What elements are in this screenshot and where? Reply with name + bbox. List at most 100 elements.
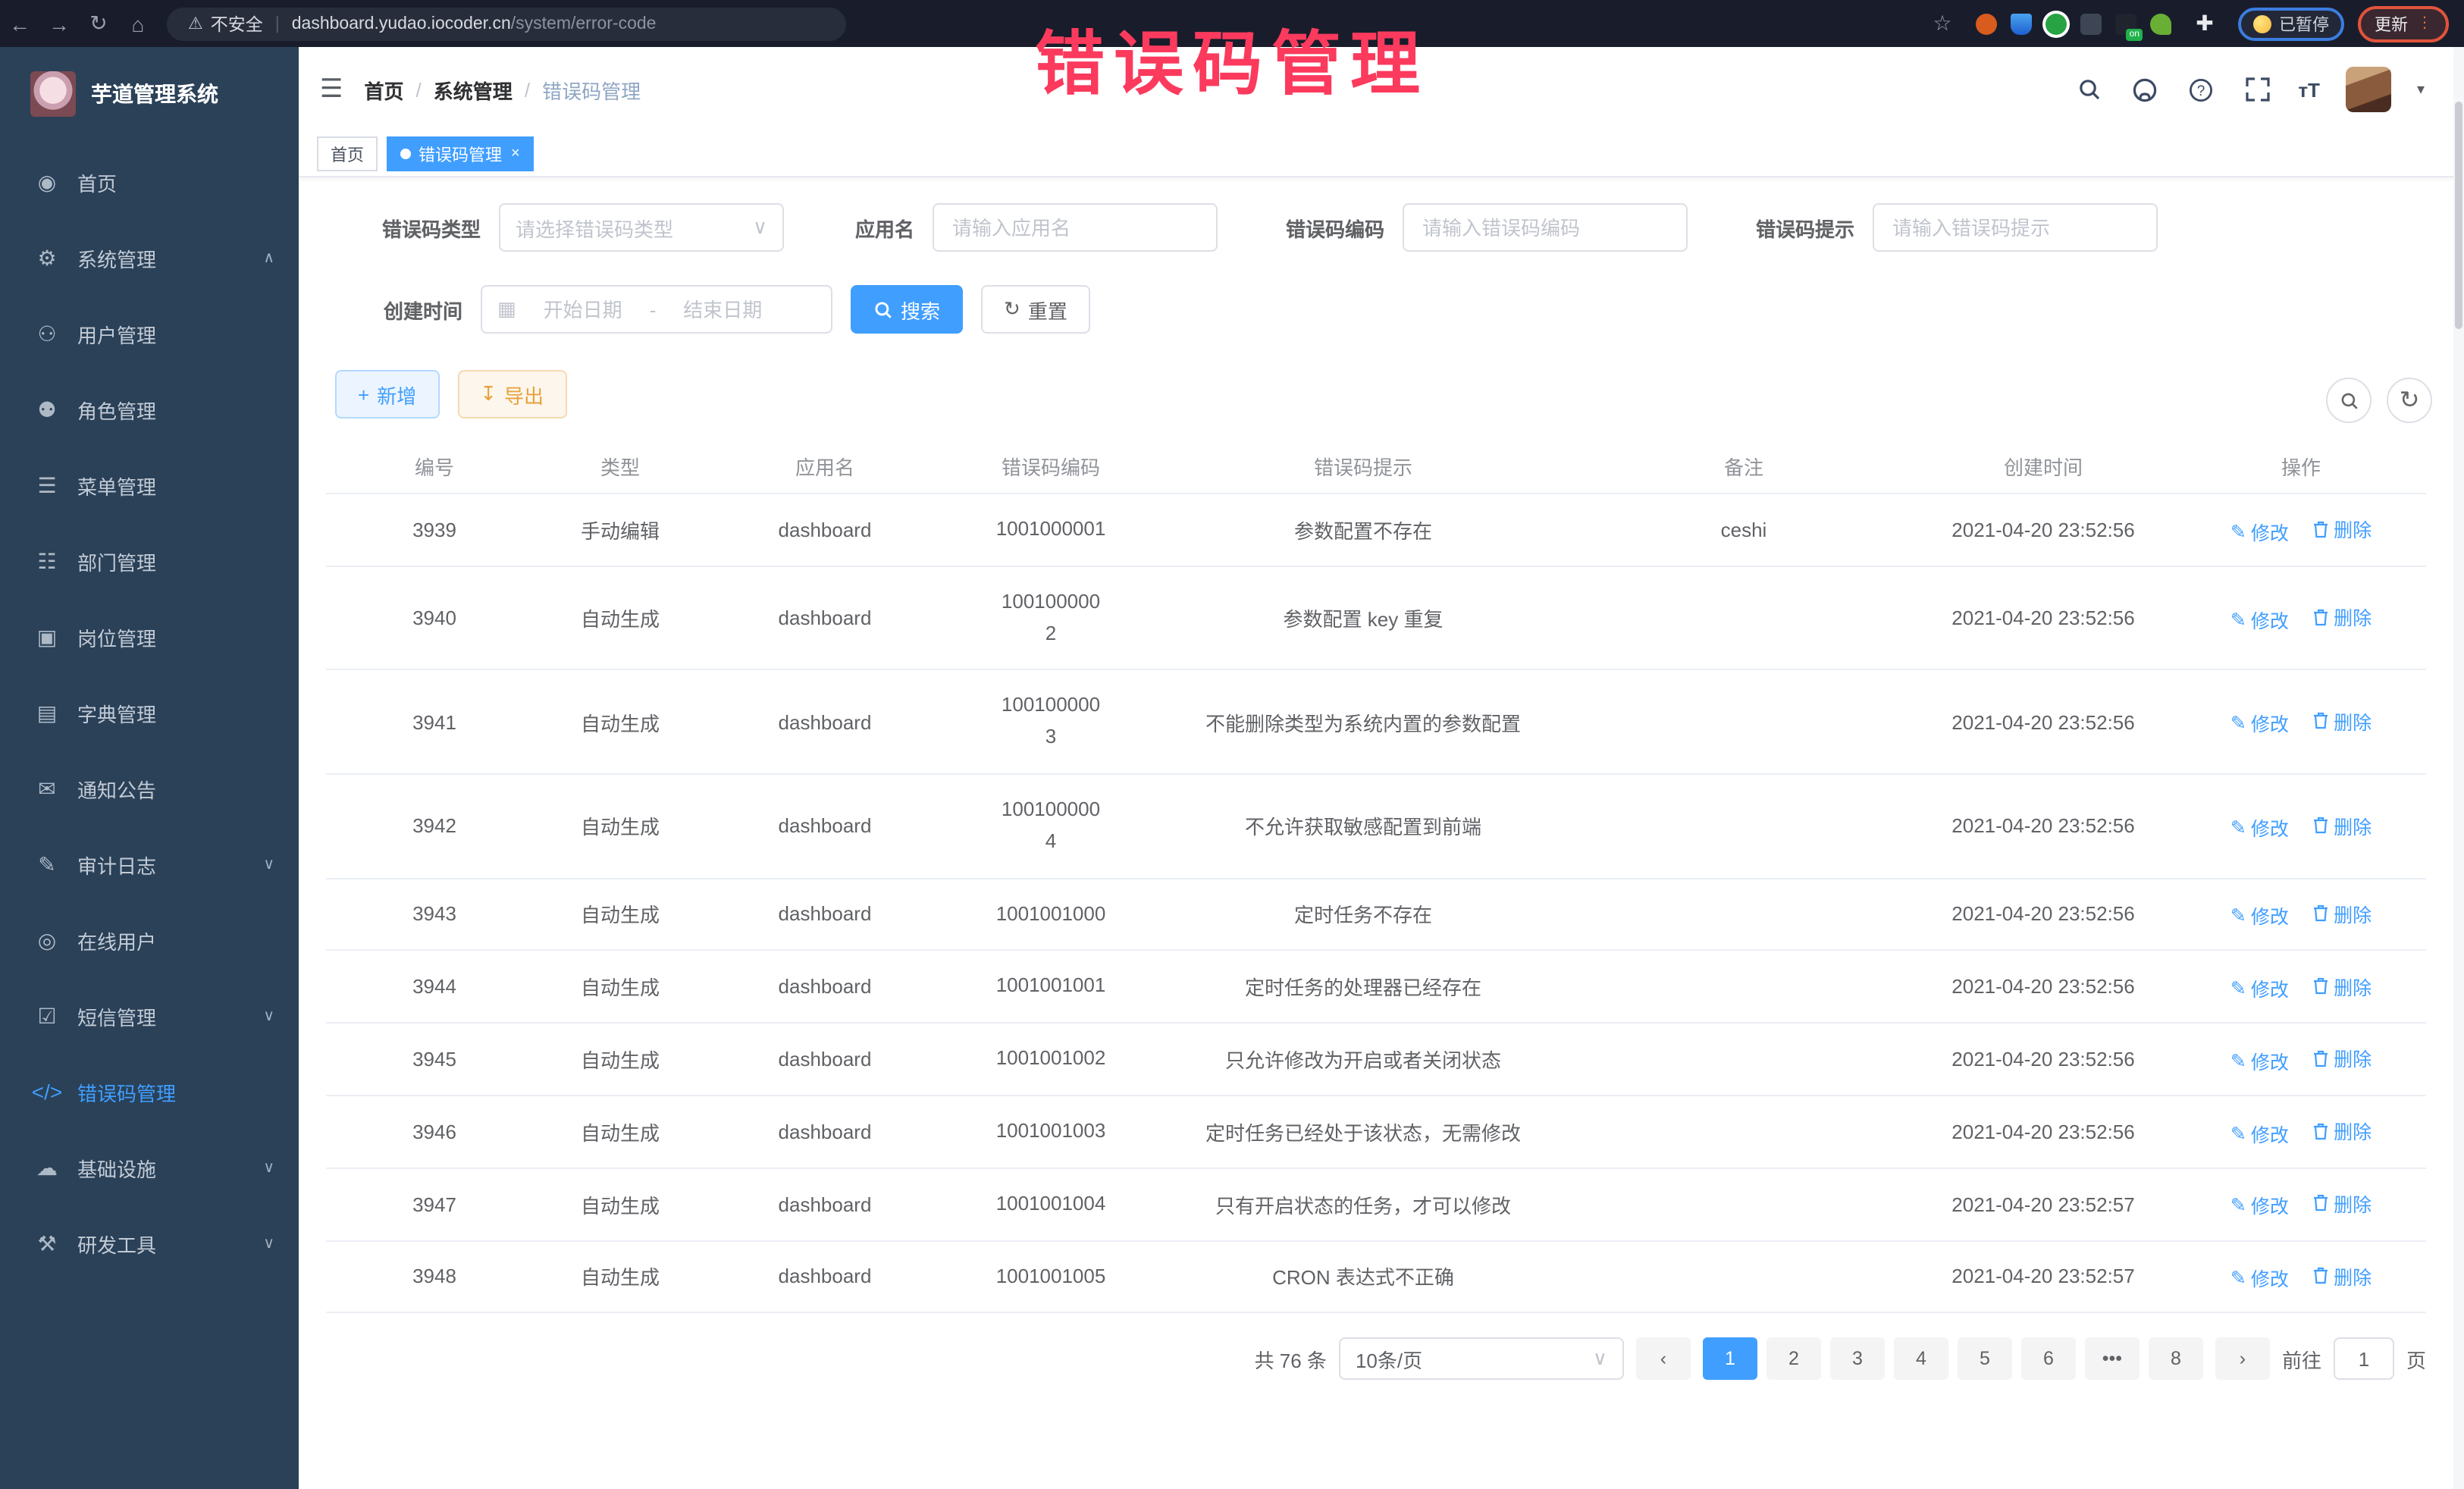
sidebar-item[interactable]: ☰ 菜单管理 <box>0 447 299 523</box>
sidebar-item[interactable]: ☷ 部门管理 <box>0 523 299 599</box>
sidebar-item[interactable]: ◎ 在线用户 <box>0 902 299 978</box>
delete-link[interactable]: 删除 <box>2312 514 2372 543</box>
avatar-caret-icon[interactable]: ▾ <box>2417 81 2425 98</box>
extensions-puzzle-icon[interactable]: ✚ <box>2185 11 2224 36</box>
app-title: 芋道管理系统 <box>91 79 218 109</box>
error-hint-input[interactable] <box>1889 215 2141 240</box>
sidebar-item[interactable]: ☑ 短信管理 ∨ <box>0 978 299 1054</box>
user-avatar[interactable] <box>2346 67 2391 112</box>
close-icon[interactable]: × <box>511 146 520 162</box>
sidebar-item[interactable]: ⚇ 用户管理 <box>0 296 299 371</box>
search-button[interactable]: 搜索 <box>851 285 963 334</box>
error-code-input[interactable] <box>1419 215 1671 240</box>
fullscreen-icon[interactable] <box>2242 74 2272 105</box>
sidebar-item[interactable]: ✎ 审计日志 ∨ <box>0 826 299 902</box>
breadcrumb-home[interactable]: 首页 <box>365 75 404 104</box>
page-button[interactable]: 1 <box>1703 1338 1757 1381</box>
extension-icon-green-v[interactable] <box>2045 13 2067 34</box>
edit-link[interactable]: ✎修改 <box>2230 901 2289 929</box>
collapse-menu-icon[interactable]: ☰ <box>299 74 365 105</box>
svg-text:?: ? <box>2197 83 2205 99</box>
date-range-picker[interactable]: ▦ - <box>481 285 832 334</box>
page-button[interactable]: 6 <box>2021 1338 2076 1381</box>
reset-button[interactable]: ↻ 重置 <box>981 285 1090 334</box>
toggle-search-button[interactable] <box>2326 378 2372 423</box>
edit-link[interactable]: ✎修改 <box>2230 1046 2289 1075</box>
breadcrumb-system[interactable]: 系统管理 <box>434 75 513 104</box>
sidebar-item[interactable]: ⚙ 系统管理 ∧ <box>0 220 299 296</box>
sidebar-item[interactable]: ☁ 基础设施 ∨ <box>0 1130 299 1205</box>
sidebar-item[interactable]: ▤ 字典管理 <box>0 675 299 751</box>
font-size-icon[interactable]: ᴛT <box>2298 78 2320 101</box>
delete-link[interactable]: 删除 <box>2312 603 2372 632</box>
sidebar-item-label: 研发工具 <box>77 1229 156 1258</box>
paused-badge[interactable]: 已暂停 <box>2238 7 2344 40</box>
bookmark-star-icon[interactable]: ☆ <box>1923 11 1962 36</box>
error-type-select[interactable]: 请选择错误码类型 ∨ <box>499 203 784 252</box>
extension-icon-orange[interactable] <box>1976 13 1997 34</box>
sidebar-item[interactable]: </> 错误码管理 <box>0 1054 299 1130</box>
edit-link[interactable]: ✎修改 <box>2230 1118 2289 1147</box>
cell-app: dashboard <box>698 878 952 951</box>
dictionary-icon: ▤ <box>30 700 64 726</box>
address-bar[interactable]: ⚠ 不安全 | dashboard.yudao.iocoder.cn/syste… <box>167 7 846 40</box>
more-menu-icon[interactable]: ⋮ <box>2417 15 2432 32</box>
update-button[interactable]: 更新⋮ <box>2358 5 2449 42</box>
page-button[interactable]: 8 <box>2149 1338 2203 1381</box>
home-icon[interactable]: ⌂ <box>118 11 158 36</box>
delete-link[interactable]: 删除 <box>2312 898 2372 927</box>
tag-item[interactable]: 首页 <box>317 136 378 171</box>
edit-icon: ✎ <box>2230 1266 2246 1289</box>
end-date-input[interactable] <box>665 296 780 322</box>
page-button[interactable]: 4 <box>1894 1338 1948 1381</box>
extension-icon-key[interactable] <box>2150 13 2171 34</box>
edit-link[interactable]: ✎修改 <box>2230 813 2289 842</box>
sidebar-item-label: 在线用户 <box>77 926 156 955</box>
edit-link[interactable]: ✎修改 <box>2230 605 2289 634</box>
sidebar-item[interactable]: ▣ 岗位管理 <box>0 599 299 675</box>
forward-icon[interactable]: → <box>39 11 79 36</box>
extension-icon-dark[interactable]: on <box>2115 13 2136 34</box>
delete-link[interactable]: 删除 <box>2312 971 2372 1000</box>
app-logo[interactable]: 芋道管理系统 <box>0 47 299 138</box>
extension-icon-blue[interactable] <box>2011 13 2032 34</box>
sidebar-item[interactable]: ⚉ 角色管理 <box>0 371 299 447</box>
next-page-button[interactable]: › <box>2215 1338 2270 1381</box>
reload-icon[interactable]: ↻ <box>79 11 118 36</box>
sidebar-item[interactable]: ✉ 通知公告 <box>0 751 299 826</box>
edit-link[interactable]: ✎修改 <box>2230 1191 2289 1220</box>
refresh-table-button[interactable]: ↻ <box>2387 378 2432 423</box>
help-icon[interactable]: ? <box>2186 74 2216 105</box>
extension-icon-grid[interactable] <box>2080 13 2102 34</box>
edit-link[interactable]: ✎修改 <box>2230 973 2289 1002</box>
prev-page-button[interactable]: ‹ <box>1636 1338 1691 1381</box>
cell-hint: 只允许修改为开启或者关闭状态 <box>1149 1023 1577 1096</box>
back-icon[interactable]: ← <box>0 11 39 36</box>
edit-link[interactable]: ✎修改 <box>2230 1263 2289 1292</box>
sidebar-item[interactable]: ◉ 首页 <box>0 144 299 220</box>
start-date-input[interactable] <box>525 296 641 322</box>
page-button[interactable]: 3 <box>1830 1338 1885 1381</box>
app-name-input[interactable] <box>949 215 1201 240</box>
goto-page-input[interactable] <box>2335 1346 2393 1372</box>
edit-link[interactable]: ✎修改 <box>2230 709 2289 738</box>
page-size-select[interactable]: 10条/页 ∨ <box>1339 1338 1624 1381</box>
sidebar-item[interactable]: ⚒ 研发工具 ∨ <box>0 1205 299 1281</box>
tag-item[interactable]: 错误码管理 × <box>387 136 534 171</box>
search-icon[interactable] <box>2074 74 2104 105</box>
delete-link[interactable]: 删除 <box>2312 810 2372 839</box>
delete-link[interactable]: 删除 <box>2312 1189 2372 1218</box>
page-button[interactable]: 2 <box>1766 1338 1821 1381</box>
page-button[interactable]: 5 <box>1958 1338 2012 1381</box>
export-button[interactable]: ↧ 导出 <box>457 370 566 418</box>
delete-link[interactable]: 删除 <box>2312 1261 2372 1290</box>
app-name-label: 应用名 <box>826 213 933 242</box>
github-icon[interactable] <box>2130 74 2160 105</box>
page-button[interactable]: ••• <box>2085 1338 2140 1381</box>
delete-link[interactable]: 删除 <box>2312 1044 2372 1073</box>
delete-link[interactable]: 删除 <box>2312 707 2372 735</box>
scrollbar-thumb[interactable] <box>2455 102 2462 329</box>
delete-link[interactable]: 删除 <box>2312 1116 2372 1145</box>
add-button[interactable]: + 新增 <box>335 370 439 418</box>
edit-link[interactable]: ✎修改 <box>2230 516 2289 545</box>
